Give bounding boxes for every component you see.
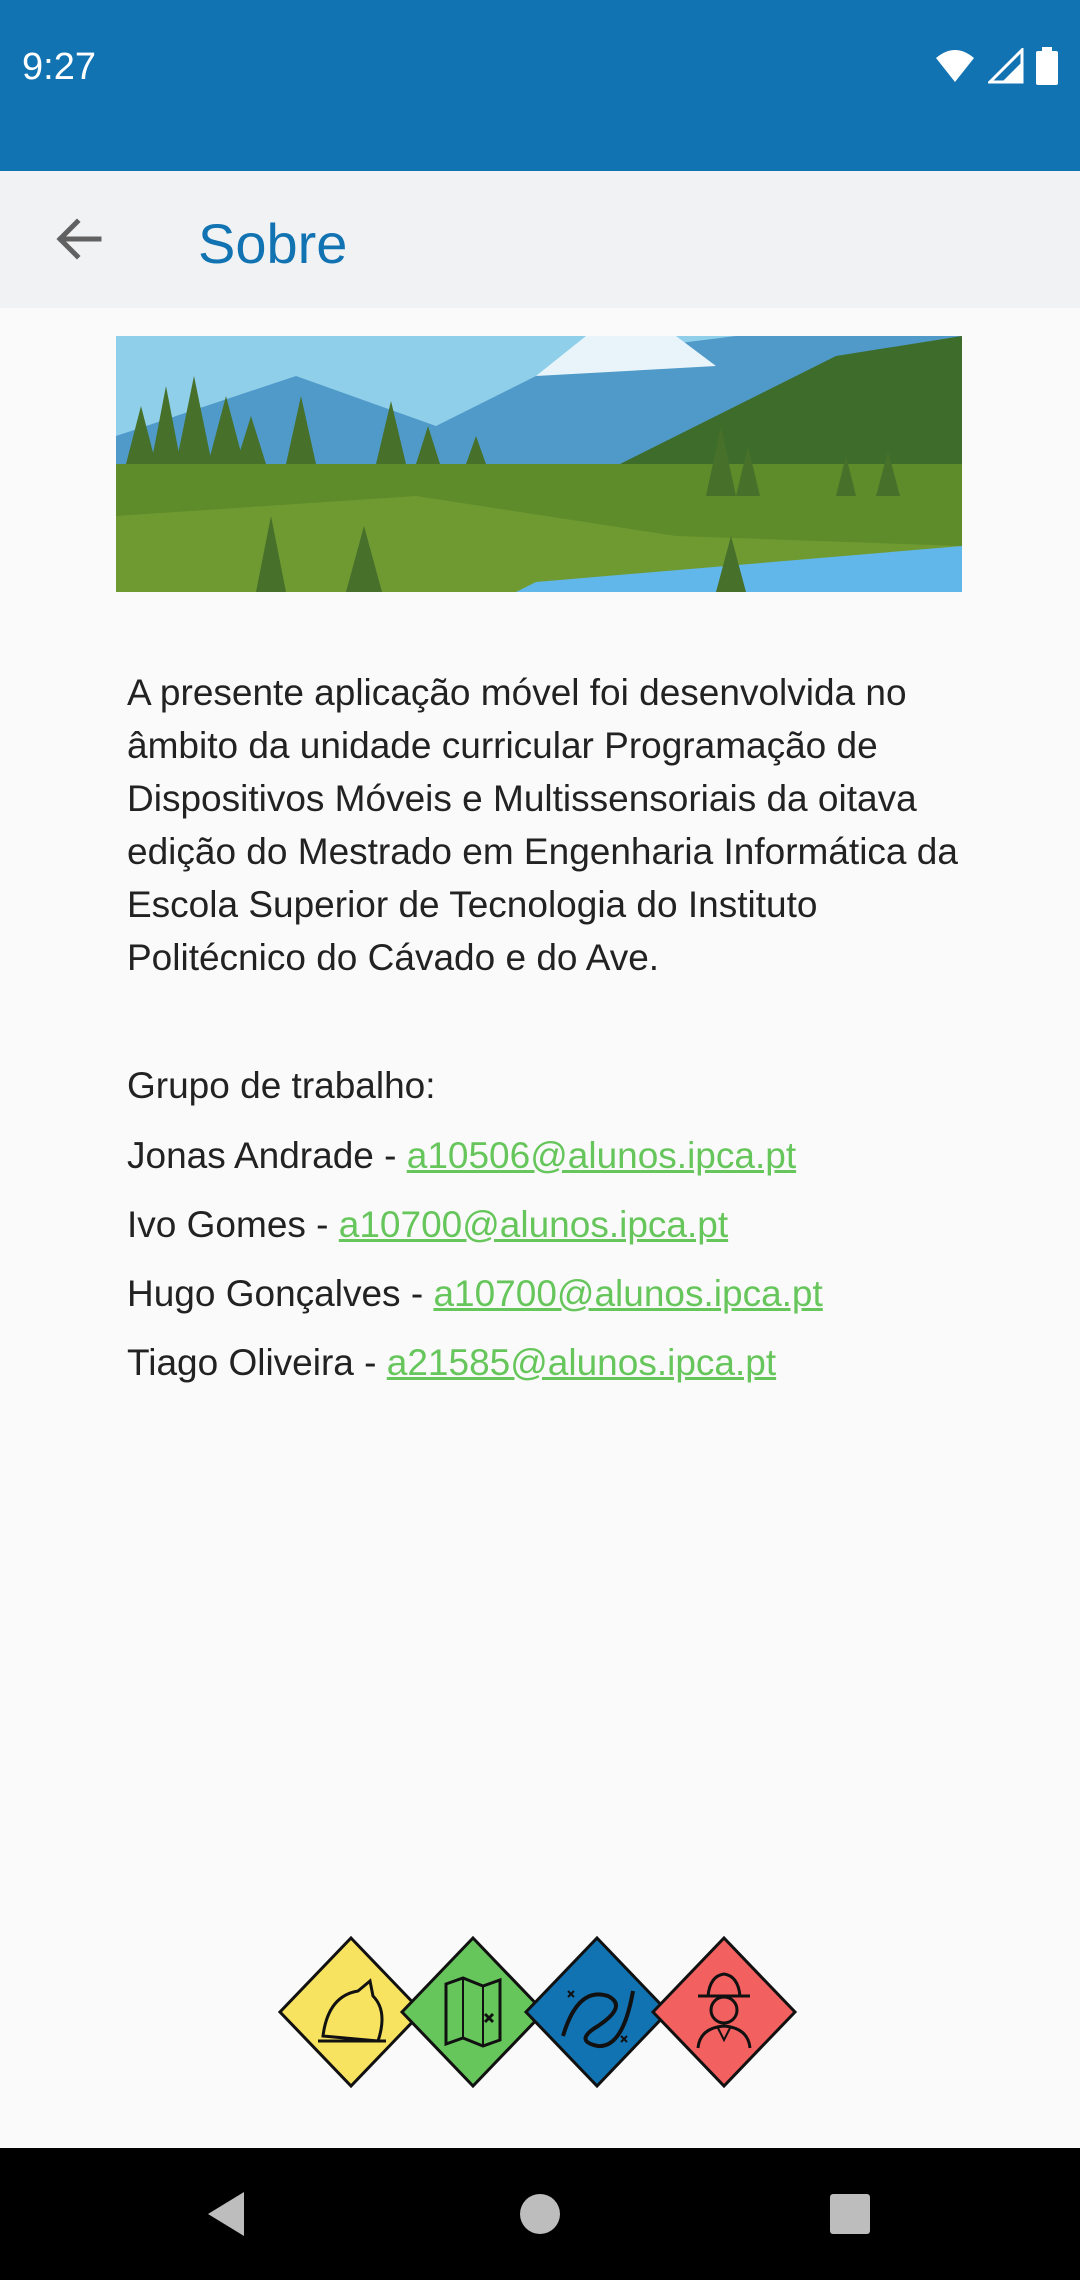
nav-home-button[interactable]	[510, 2184, 570, 2244]
knot-icon	[523, 1935, 671, 2089]
member-item: Hugo Gonçalves - a10700@alunos.ipca.pt	[127, 1273, 823, 1315]
member-name: Tiago Oliveira -	[127, 1342, 387, 1383]
recents-square-icon	[830, 2194, 870, 2234]
member-item: Tiago Oliveira - a21585@alunos.ipca.pt	[127, 1342, 776, 1384]
nav-back-button[interactable]	[196, 2184, 256, 2244]
member-item: Jonas Andrade - a10506@alunos.ipca.pt	[127, 1135, 796, 1177]
member-name: Hugo Gonçalves -	[127, 1273, 434, 1314]
member-item: Ivo Gomes - a10700@alunos.ipca.pt	[127, 1204, 728, 1246]
system-nav-bar	[0, 2148, 1080, 2280]
main-content[interactable]: A presente aplicação móvel foi desenvolv…	[0, 308, 1080, 2148]
nav-recents-button[interactable]	[820, 2184, 880, 2244]
landscape-banner-image	[116, 336, 962, 592]
scout-person-icon	[650, 1935, 798, 2089]
status-icons	[934, 46, 1058, 86]
wifi-icon	[936, 50, 974, 82]
page-title: Sobre	[198, 212, 348, 275]
signal-icon	[988, 48, 1024, 84]
about-description: A presente aplicação móvel foi desenvolv…	[127, 672, 958, 978]
status-time: 9:27	[22, 46, 96, 88]
treasure-map-icon	[399, 1935, 547, 2089]
member-email-link[interactable]: a10506@alunos.ipca.pt	[407, 1135, 796, 1176]
member-name: Ivo Gomes -	[127, 1204, 339, 1245]
member-email-link[interactable]: a10700@alunos.ipca.pt	[433, 1273, 822, 1314]
status-bar: 9:27	[0, 0, 1080, 171]
member-email-link[interactable]: a10700@alunos.ipca.pt	[339, 1204, 728, 1245]
battery-icon	[1036, 47, 1058, 85]
group-title: Grupo de trabalho:	[127, 1065, 436, 1106]
arrow-left-icon	[56, 218, 102, 260]
member-name: Jonas Andrade -	[127, 1135, 407, 1176]
app-bar: Sobre	[0, 171, 1080, 308]
member-email-link[interactable]: a21585@alunos.ipca.pt	[387, 1342, 776, 1383]
badges-logo	[277, 1935, 802, 2089]
home-circle-icon	[520, 2194, 560, 2234]
back-button[interactable]	[40, 201, 116, 277]
back-triangle-icon	[208, 2192, 244, 2236]
